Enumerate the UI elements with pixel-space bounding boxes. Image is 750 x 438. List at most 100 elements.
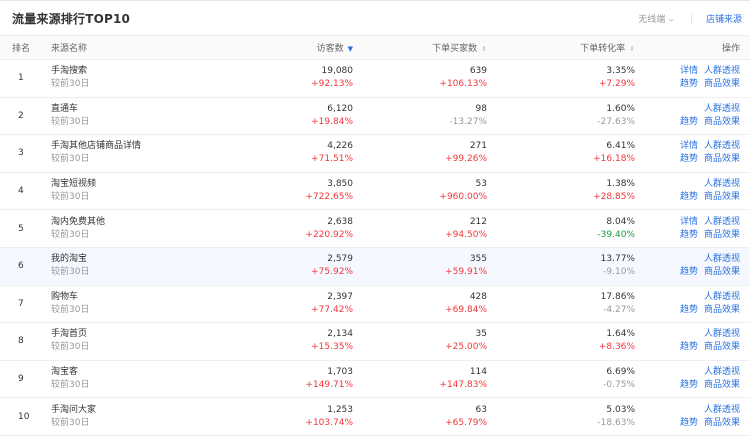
crowd-link[interactable]: 人群透视 — [704, 292, 740, 302]
rank-cell: 10 — [0, 397, 33, 436]
col-rank: 排名 — [0, 35, 33, 60]
crowd-link[interactable]: 人群透视 — [704, 66, 740, 76]
buyers-value: 114 — [469, 367, 487, 378]
operation-cell: 详情 人群透视 趋势 商品效果 — [647, 209, 750, 248]
crowd-link[interactable]: 人群透视 — [704, 179, 740, 189]
rank-cell: 4 — [0, 172, 33, 211]
trend-link[interactable]: 趋势 — [680, 418, 698, 428]
visitors-cell: 19,080 +92.13% — [233, 59, 365, 98]
buyers-change: +960.00% — [439, 192, 487, 203]
crowd-link[interactable]: 人群透视 — [704, 217, 740, 227]
compare-label: 较前30日 — [51, 342, 90, 353]
buyers-value: 63 — [475, 404, 487, 415]
product-effect-link[interactable]: 商品效果 — [704, 117, 740, 127]
detail-link[interactable]: 详情 — [680, 141, 698, 151]
compare-label: 较前30日 — [51, 229, 90, 240]
source-name: 手淘问大家 — [51, 404, 97, 415]
sort-icon[interactable]: ⬍ — [481, 45, 487, 53]
visitors-value: 3,850 — [327, 179, 353, 190]
trend-link[interactable]: 趋势 — [680, 117, 698, 127]
buyers-change: -13.27% — [449, 116, 487, 127]
detail-link[interactable]: 详情 — [680, 217, 698, 227]
visitors-cell: 1,703 +149.71% — [233, 360, 365, 399]
product-effect-link[interactable]: 商品效果 — [704, 267, 740, 277]
buyers-change: +106.13% — [439, 79, 487, 90]
trend-link[interactable]: 趋势 — [680, 192, 698, 202]
table-row: 7 购物车 较前30日 2,397 +77.42% 428 +69.84% 17.86% -4.… — [0, 285, 750, 324]
conversion-change: +16.18% — [593, 154, 635, 165]
product-effect-link[interactable]: 商品效果 — [704, 192, 740, 202]
buyers-cell: 639 +106.13% — [365, 59, 499, 98]
product-effect-link[interactable]: 商品效果 — [704, 79, 740, 89]
conversion-change: -39.40% — [597, 229, 635, 240]
crowd-link[interactable]: 人群透视 — [704, 405, 740, 415]
visitors-change: +722.65% — [305, 192, 353, 203]
conversion-cell: 3.35% +7.29% — [499, 59, 647, 98]
sort-icon[interactable]: ⬍ — [629, 45, 635, 53]
source-cell: 手淘首页 较前30日 — [33, 322, 233, 361]
sort-desc-icon[interactable]: ▼ — [348, 45, 353, 53]
conversion-cell: 6.69% -0.75% — [499, 360, 647, 399]
trend-link[interactable]: 趋势 — [680, 230, 698, 240]
table-row: 3 手淘其他店铺商品详情 较前30日 4,226 +71.51% 271 +99.26% 6.… — [0, 134, 750, 173]
visitors-change: +77.42% — [311, 304, 353, 315]
visitors-value: 2,638 — [327, 216, 353, 227]
crowd-link[interactable]: 人群透视 — [704, 329, 740, 339]
conversion-change: -9.10% — [603, 267, 635, 278]
visitors-cell: 6,120 +19.84% — [233, 97, 365, 136]
source-cell: 手淘其他店铺商品详情 较前30日 — [33, 134, 233, 173]
conversion-change: -18.63% — [597, 417, 635, 428]
product-effect-link[interactable]: 商品效果 — [704, 154, 740, 164]
product-effect-link[interactable]: 商品效果 — [704, 418, 740, 428]
trend-link[interactable]: 趋势 — [680, 79, 698, 89]
visitors-cell: 4,226 +71.51% — [233, 134, 365, 173]
source-name: 淘内免费其他 — [51, 216, 106, 227]
product-effect-link[interactable]: 商品效果 — [704, 305, 740, 315]
trend-link[interactable]: 趋势 — [680, 305, 698, 315]
product-effect-link[interactable]: 商品效果 — [704, 342, 740, 352]
trend-link[interactable]: 趋势 — [680, 342, 698, 352]
table-row: 10 手淘问大家 较前30日 1,253 +103.74% 63 +65.79% 5.03% -… — [0, 397, 750, 436]
detail-link[interactable]: 详情 — [680, 66, 698, 76]
operation-cell: 人群透视 趋势 商品效果 — [647, 360, 750, 399]
col-buyers-label: 下单买家数 — [432, 44, 478, 54]
col-operation: 操作 — [647, 35, 750, 60]
crowd-link[interactable]: 人群透视 — [704, 254, 740, 264]
source-name: 手淘搜索 — [51, 66, 88, 77]
col-visitors[interactable]: 访客数 ▼ — [233, 35, 365, 60]
visitors-change: +149.71% — [305, 380, 353, 391]
compare-label: 较前30日 — [51, 304, 90, 315]
product-effect-link[interactable]: 商品效果 — [704, 380, 740, 390]
source-name: 手淘其他店铺商品详情 — [51, 141, 142, 152]
buyers-value: 271 — [469, 141, 487, 152]
device-select[interactable]: 无线端 ⌄ — [638, 12, 676, 25]
conversion-cell: 8.04% -39.40% — [499, 209, 647, 248]
rank-cell: 8 — [0, 322, 33, 361]
col-buyers[interactable]: 下单买家数 ⬍ — [365, 35, 499, 60]
trend-link[interactable]: 趋势 — [680, 380, 698, 390]
crowd-link[interactable]: 人群透视 — [704, 141, 740, 151]
crowd-link[interactable]: 人群透视 — [704, 367, 740, 377]
crowd-link[interactable]: 人群透视 — [704, 104, 740, 114]
conversion-cell: 6.41% +16.18% — [499, 134, 647, 173]
table-row: 8 手淘首页 较前30日 2,134 +15.35% 35 +25.00% 1.64% +8.3… — [0, 322, 750, 361]
compare-label: 较前30日 — [51, 380, 90, 391]
source-cell: 淘宝短视频 较前30日 — [33, 172, 233, 211]
operation-cell: 人群透视 趋势 商品效果 — [647, 97, 750, 136]
shop-source-link[interactable]: 店铺来源 — [706, 12, 742, 25]
visitors-cell: 1,253 +103.74% — [233, 397, 365, 436]
traffic-source-panel: 流量来源排行TOP10 无线端 ⌄ 店铺来源 排名 来源名称 访客数 ▼ 下单买家… — [0, 0, 750, 438]
panel-title: 流量来源排行TOP10 — [12, 11, 131, 26]
buyers-cell: 212 +94.50% — [365, 209, 499, 248]
visitors-change: +15.35% — [311, 342, 353, 353]
trend-link[interactable]: 趋势 — [680, 267, 698, 277]
trend-link[interactable]: 趋势 — [680, 154, 698, 164]
operation-cell: 人群透视 趋势 商品效果 — [647, 247, 750, 286]
product-effect-link[interactable]: 商品效果 — [704, 230, 740, 240]
conversion-value: 17.86% — [600, 291, 635, 302]
buyers-cell: 63 +65.79% — [365, 397, 499, 436]
visitors-change: +92.13% — [311, 79, 353, 90]
col-conversion[interactable]: 下单转化率 ⬍ — [499, 35, 647, 60]
visitors-change: +71.51% — [311, 154, 353, 165]
visitors-cell: 2,638 +220.92% — [233, 209, 365, 248]
